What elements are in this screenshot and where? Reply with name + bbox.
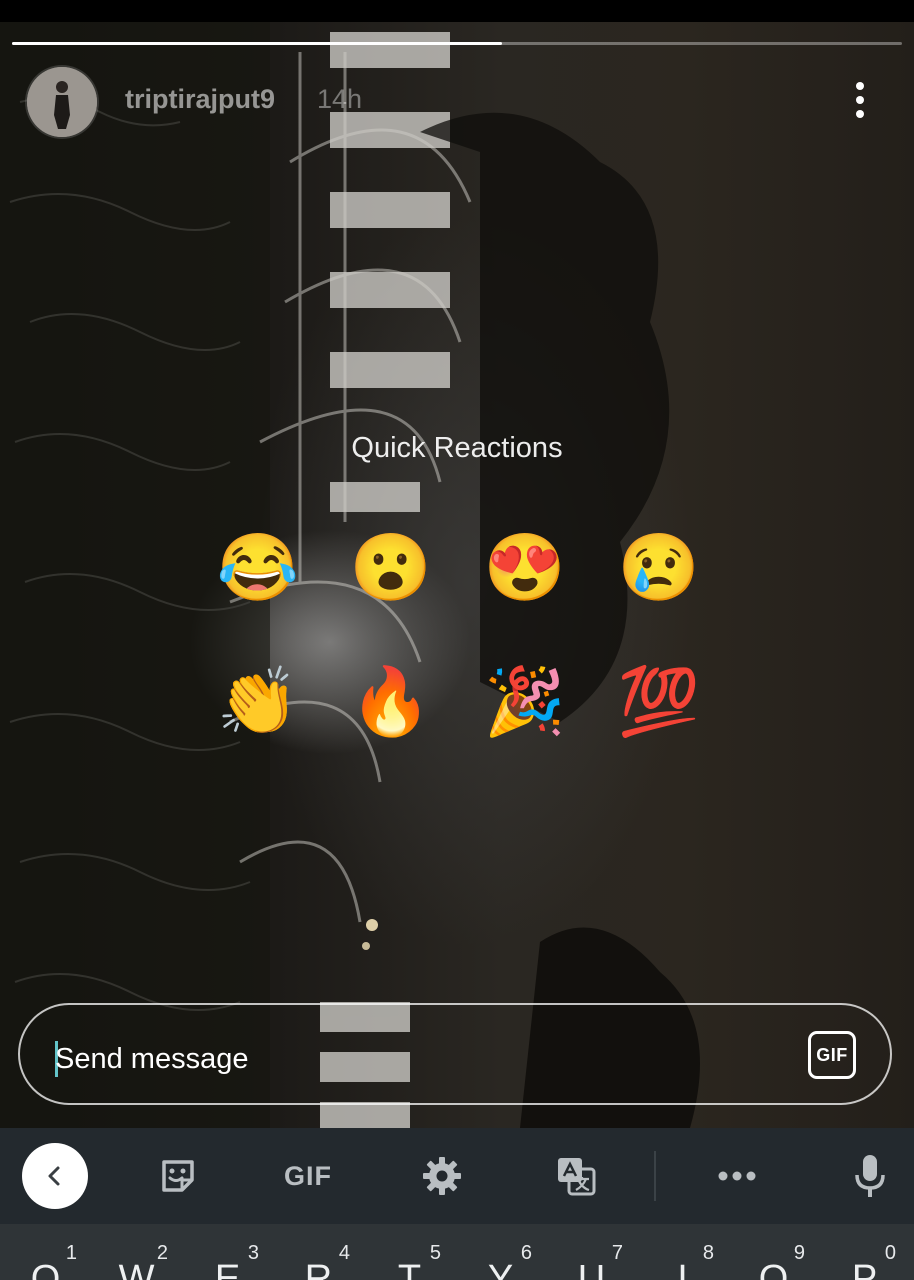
reaction-smiling-face-with-heart-eyes[interactable]: 😍	[480, 522, 570, 612]
reaction-fire[interactable]: 🔥	[346, 656, 436, 746]
key-letter: O	[758, 1258, 789, 1280]
story-timestamp: 14h	[317, 84, 363, 114]
key-t[interactable]: 5 T	[364, 1224, 455, 1280]
key-q[interactable]: 1 Q	[0, 1224, 91, 1280]
keyboard-more-button[interactable]	[714, 1152, 760, 1200]
story-progress-bar	[12, 42, 902, 45]
microphone-icon	[855, 1155, 885, 1197]
key-letter: Y	[487, 1258, 514, 1280]
vertical-dots-icon[interactable]	[845, 78, 875, 122]
key-y[interactable]: 6 Y	[455, 1224, 546, 1280]
keyboard-back-button[interactable]	[22, 1143, 88, 1209]
key-r[interactable]: 4 R	[273, 1224, 364, 1280]
chevron-left-icon	[48, 1166, 60, 1186]
horizontal-dots-icon	[718, 1171, 756, 1181]
reaction-clapping-hands[interactable]: 👏	[213, 656, 303, 746]
keyboard-settings-button[interactable]	[419, 1152, 465, 1200]
key-i[interactable]: 8 I	[637, 1224, 728, 1280]
gif-button[interactable]: GIF	[808, 1031, 856, 1079]
avatar-photo	[27, 67, 97, 137]
keyboard-key-row: 1 Q 2 W 3 E 4 R 5 T 6 Y 7 U 8 I 9 O 0 P	[0, 1224, 914, 1280]
translate-icon	[558, 1158, 596, 1196]
key-letter: I	[677, 1258, 688, 1280]
reaction-hundred-points[interactable]: 💯	[614, 656, 704, 746]
key-letter: R	[304, 1258, 333, 1280]
story-viewer[interactable]: triptirajput9 14h Quick Reactions 😂 😮 😍 …	[0, 22, 914, 1128]
key-p[interactable]: 0 P	[819, 1224, 910, 1280]
reaction-crying-face[interactable]: 😢	[614, 522, 704, 612]
key-letter: E	[214, 1258, 241, 1280]
reaction-face-with-tears-of-joy[interactable]: 😂	[213, 522, 303, 612]
keyboard-toolbar: GIF	[0, 1128, 914, 1224]
translate-button[interactable]	[553, 1152, 599, 1200]
story-progress-fill	[12, 42, 502, 45]
reaction-face-with-open-mouth[interactable]: 😮	[346, 522, 436, 612]
key-w[interactable]: 2 W	[91, 1224, 182, 1280]
key-letter: W	[118, 1258, 155, 1280]
send-message-field[interactable]: Send message GIF	[18, 1003, 892, 1105]
reaction-party-popper[interactable]: 🎉	[480, 656, 570, 746]
story-photo	[0, 22, 700, 1128]
keyboard-gif-button[interactable]: GIF	[276, 1152, 340, 1200]
avatar[interactable]	[27, 67, 97, 137]
key-e[interactable]: 3 E	[182, 1224, 273, 1280]
send-message-placeholder: Send message	[55, 1043, 249, 1075]
key-u[interactable]: 7 U	[546, 1224, 637, 1280]
sticker-button[interactable]	[155, 1152, 201, 1200]
key-letter: P	[851, 1258, 878, 1280]
key-letter: Q	[30, 1258, 61, 1280]
sticker-icon	[162, 1160, 194, 1192]
quick-reactions-title: Quick Reactions	[351, 432, 563, 464]
key-letter: T	[397, 1258, 422, 1280]
key-letter: U	[577, 1258, 606, 1280]
voice-input-button[interactable]	[848, 1152, 892, 1200]
story-username[interactable]: triptirajput9	[125, 84, 275, 115]
gear-icon	[423, 1157, 461, 1195]
key-o[interactable]: 9 O	[728, 1224, 819, 1280]
keyboard-toolbar-divider	[654, 1151, 656, 1201]
